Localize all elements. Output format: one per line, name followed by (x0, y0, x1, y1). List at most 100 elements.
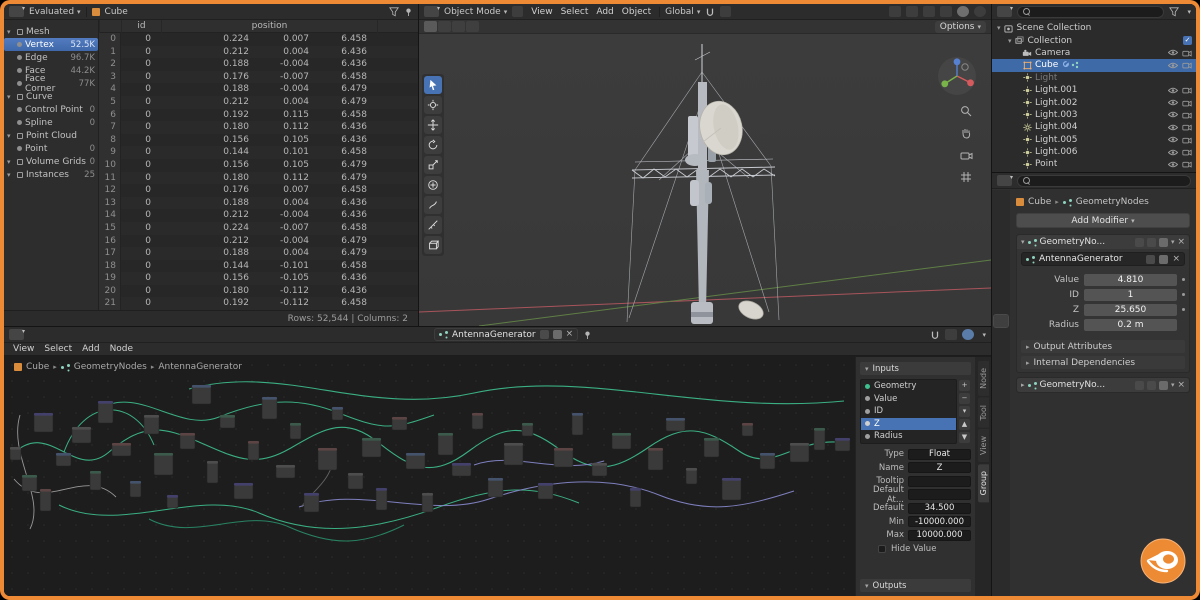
animate-dot-icon[interactable] (1182, 278, 1185, 281)
outputs-section-header[interactable]: ▾ Outputs (860, 579, 971, 592)
editor-type-icon[interactable] (424, 5, 440, 17)
navigation-gizmo[interactable] (937, 56, 977, 96)
remove-socket-button[interactable]: − (959, 393, 970, 404)
modifier-subpanel[interactable]: ▸ Internal Dependencies (1021, 356, 1185, 369)
properties-tab[interactable] (994, 383, 1008, 395)
inputs-section-header[interactable]: ▾ Inputs (860, 362, 971, 375)
annotate-tool[interactable] (424, 196, 442, 214)
sidebar-tab[interactable]: Tool (977, 397, 989, 428)
eye-icon[interactable] (1168, 111, 1178, 118)
editor-menu-dropdown[interactable] (979, 330, 986, 340)
edit-mode-toggle-icon[interactable] (1134, 380, 1144, 390)
collection-checkbox[interactable]: ✓ (1183, 36, 1192, 46)
disclosure-icon[interactable]: ▾ (7, 171, 14, 179)
property-value[interactable]: -10000.000 (908, 516, 971, 528)
table-row[interactable]: 0 0 0.224 0.007 6.458 (99, 33, 418, 46)
properties-tab[interactable] (994, 281, 1008, 293)
outliner-row[interactable]: ▾ Point ✓ (992, 158, 1196, 170)
table-row[interactable]: 15 0 0.224 -0.007 6.458 (99, 221, 418, 235)
table-row[interactable]: 7 0 0.180 0.112 6.436 (99, 121, 418, 134)
node-canvas[interactable]: Cube ▸ GeometryNodes ▸ AntennaGenerator (4, 357, 855, 596)
render-visibility-icon[interactable] (1182, 148, 1192, 156)
table-row[interactable]: 2 0 0.188 -0.004 6.436 (99, 58, 418, 71)
transform-tool[interactable] (424, 176, 442, 194)
viewport-menu[interactable]: View (528, 7, 555, 17)
mode-dropdown[interactable]: Object Mode (444, 7, 507, 17)
outliner-row[interactable]: ▾ Light ✓ (992, 72, 1196, 84)
realtime-toggle-icon[interactable] (1146, 237, 1156, 247)
outliner-search[interactable] (1017, 5, 1165, 18)
editor-type-icon[interactable] (9, 328, 25, 340)
render-visibility-icon[interactable] (1182, 49, 1192, 57)
domain-row[interactable]: ▾ Vertex 52.5K (4, 38, 98, 51)
filter-icon[interactable] (389, 6, 399, 17)
modifier-menu-icon[interactable]: ▾ (1171, 381, 1175, 389)
fake-user-icon[interactable] (1146, 254, 1156, 264)
property-value[interactable]: Float (908, 448, 971, 460)
table-row[interactable]: 5 0 0.212 0.004 6.479 (99, 95, 418, 109)
render-visibility-icon[interactable] (1182, 111, 1192, 119)
table-row[interactable]: 6 0 0.192 0.115 6.458 (99, 108, 418, 122)
pin-icon[interactable] (583, 330, 592, 340)
move-tool[interactable] (424, 116, 442, 134)
properties-tab[interactable] (994, 332, 1008, 344)
properties-tab[interactable] (994, 400, 1008, 412)
add-object-tool[interactable] (424, 236, 442, 254)
disclosure-icon[interactable]: ▾ (7, 132, 14, 140)
outliner-row[interactable]: ▾ Camera ✓ (992, 47, 1196, 59)
realtime-toggle-icon[interactable] (1146, 380, 1156, 390)
filter-icon[interactable] (1169, 6, 1180, 17)
property-value[interactable]: 10000.000 (908, 529, 971, 541)
outliner-row[interactable]: ▾ Light.001 ✓ (992, 84, 1196, 96)
transform-orientation-dropdown[interactable]: Global (665, 7, 700, 17)
eye-icon[interactable] (1168, 136, 1178, 143)
eye-icon[interactable] (1168, 149, 1178, 156)
new-copy-icon[interactable] (552, 330, 562, 339)
render-toggle-icon[interactable] (1158, 380, 1168, 390)
new-copy-icon[interactable] (1159, 254, 1169, 264)
property-value[interactable] (908, 489, 971, 501)
preview-toggle-icon[interactable] (962, 329, 975, 340)
domain-row[interactable]: ▾ Point 0 (4, 142, 98, 155)
xray-toggle-icon[interactable] (940, 6, 952, 17)
domain-row[interactable]: ▾ Volume Grids 0 (4, 155, 98, 168)
disclosure-icon[interactable]: ▾ (7, 28, 14, 36)
property-value[interactable] (908, 475, 971, 487)
field-value[interactable]: 1 (1084, 288, 1177, 301)
properties-tab[interactable] (994, 247, 1008, 259)
select-mode-group[interactable] (424, 21, 479, 32)
eye-icon[interactable] (1168, 62, 1178, 69)
field-value[interactable]: 25.650 (1084, 303, 1177, 316)
domain-row[interactable]: ▾ Point Cloud (4, 129, 98, 142)
property-value[interactable]: Z (908, 462, 971, 474)
mode-transfer-icon[interactable] (512, 6, 524, 17)
node-editor-menu[interactable]: Node (107, 344, 137, 354)
eye-icon[interactable] (1168, 49, 1178, 56)
domain-row[interactable]: ▾ Face Corner 77K (4, 74, 98, 94)
table-row[interactable]: 14 0 0.212 -0.004 6.436 (99, 209, 418, 222)
properties-tab[interactable] (994, 230, 1008, 242)
node-group-selector[interactable]: AntennaGenerator × (1021, 252, 1185, 266)
properties-tab[interactable] (994, 417, 1008, 429)
socket-row[interactable]: Geometry (861, 380, 956, 393)
properties-search[interactable] (1017, 174, 1191, 187)
disclosure-icon[interactable]: ▾ (7, 93, 14, 101)
table-row[interactable]: 8 0 0.156 0.105 6.436 (99, 133, 418, 147)
socket-menu-button[interactable]: ▾ (959, 406, 970, 417)
animate-dot-icon[interactable] (1182, 308, 1185, 311)
viewport-canvas[interactable] (419, 34, 991, 326)
id-column-header[interactable]: id (121, 20, 161, 33)
field-value[interactable]: 4.810 (1084, 273, 1177, 286)
breadcrumb-object[interactable]: Cube (1028, 197, 1051, 207)
sidebar-tab[interactable]: View (977, 429, 989, 463)
unlink-icon[interactable]: × (1172, 254, 1180, 264)
snap-magnet-icon[interactable] (930, 330, 940, 340)
outliner-row[interactable]: ▾ Cube ✓ (992, 59, 1196, 72)
properties-tab[interactable] (994, 196, 1008, 208)
domain-row[interactable]: ▾ Mesh (4, 25, 98, 38)
object-visibility-icon[interactable] (889, 6, 901, 17)
domain-row[interactable]: ▾ Curve (4, 90, 98, 103)
node-editor-menu[interactable]: View (10, 344, 37, 354)
table-row[interactable]: 4 0 0.188 -0.004 6.479 (99, 83, 418, 96)
domain-row[interactable]: ▾ Instances 25 (4, 168, 98, 181)
